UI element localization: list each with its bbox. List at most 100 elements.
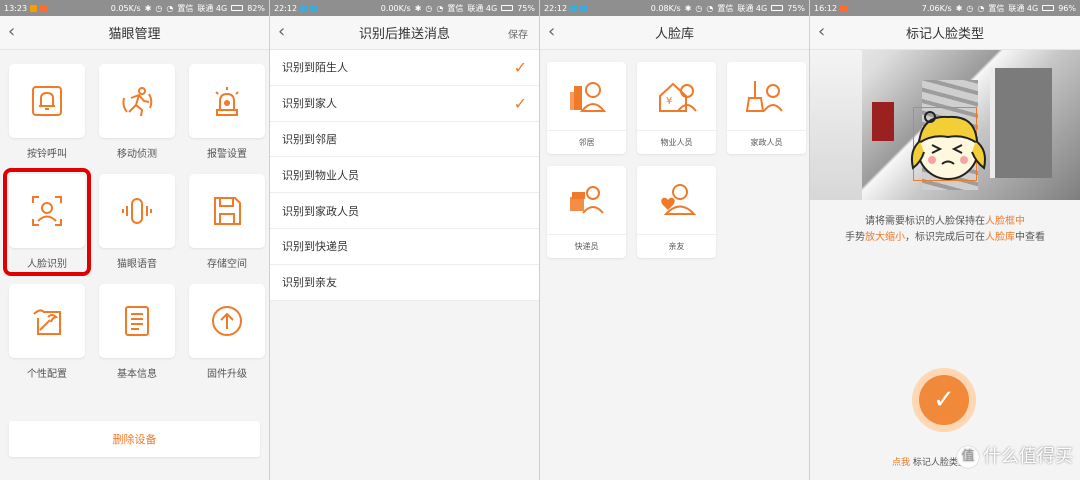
back-icon[interactable]: ‹ [818,23,836,41]
watermark-badge-icon: 值 [957,446,979,468]
battery-icon [1042,5,1055,11]
navigation-bar: ‹ 标记人脸类型 [810,16,1080,50]
back-icon[interactable]: ‹ [278,23,296,41]
tile-label: 存储空间 [207,259,247,270]
tap-link[interactable]: 点我 [892,458,910,468]
tile-personal-config[interactable]: 个性配置 [9,284,85,380]
delete-device-button[interactable]: 删除设备 [9,421,260,457]
checkmark-icon: ✓ [919,375,969,425]
tile-label: 基本信息 [117,369,157,380]
status-bar: 16:12 7.06K/s ✱ ◷ ◔ 置信 联通 4G 96% [810,0,1080,16]
push-option-friend[interactable]: 识别到亲友 [270,265,539,301]
battery-icon [771,5,784,11]
wall-background [810,50,862,200]
camera-preview[interactable] [810,50,1080,200]
clock-icon: ◷ [695,3,703,13]
clock-icon: ◷ [155,3,163,13]
push-option-property-staff[interactable]: 识别到物业人员 [270,157,539,194]
tile-firmware-upgrade[interactable]: 固件升级 [189,284,265,380]
alarm-light-icon [215,87,239,116]
property-staff-icon: ¥ [658,82,697,112]
back-icon[interactable]: ‹ [548,23,566,41]
back-icon[interactable]: ‹ [8,23,26,41]
face-category-friend[interactable]: 亲友 [637,166,716,258]
page-title: 猫眼管理 [108,27,161,42]
push-option-housekeeper[interactable]: 识别到家政人员 [270,193,539,229]
app-icon [300,4,308,12]
battery-level: 96% [1058,3,1076,13]
upgrade-icon [212,306,242,336]
checkmark-icon: ✓ [513,93,527,113]
face-category-courier[interactable]: 快递员 [547,166,626,258]
hint-text: 中查看 [1015,232,1045,243]
face-category-housekeeper[interactable]: 家政人员 [727,62,806,154]
face-scan-icon [32,196,62,226]
wifi-icon: ◔ [166,3,174,13]
face-category-neighbor[interactable]: 邻居 [547,62,626,154]
confirm-button[interactable]: ✓ [912,368,976,432]
status-time: 16:12 [814,3,838,13]
face-category-label: 邻居 [547,130,626,154]
status-time: 22:12 [274,3,298,13]
tile-doorbell-call[interactable]: 按铃呼叫 [9,64,85,160]
bluetooth-icon: ✱ [414,3,422,13]
app-icon [570,4,578,12]
status-bar: 22:12 0.00K/s ✱ ◷ ◔ 置信 联通 4G 75% [270,0,539,16]
navigation-bar: ‹ 猫眼管理 [0,16,269,50]
watermark: 值什么值得买 [957,442,1073,468]
wrench-icon [33,309,61,335]
network-speed: 7.06K/s [921,3,952,13]
carrier: 联通 4G [1008,3,1039,13]
battery-level: 82% [247,3,265,13]
option-label: 识别到亲友 [282,276,337,290]
push-option-family[interactable]: 识别到家人 ✓ [270,86,539,122]
screen-mark-face-type: 16:12 7.06K/s ✱ ◷ ◔ 置信 联通 4G 96% ‹ 标记人脸类型 请将需要… [810,0,1080,480]
carrier: 联通 4G [197,3,228,13]
hint-text: 手势 [845,232,865,243]
option-label: 识别到物业人员 [282,168,359,182]
navigation-bar: ‹ 识别后推送消息 保存 [270,16,539,50]
tile-label: 固件升级 [207,369,247,380]
bottom-instruction: 点我 标记人脸类型 [892,455,967,468]
friend-icon [660,184,696,215]
tile-cat-eye-voice[interactable]: 猫眼语音 [99,174,175,270]
instruction-text: 请将需要标识的人脸保持在人脸框中 手势放大缩小，标识完成后可在人脸库中查看 [810,214,1080,246]
network-name: 置信 [447,3,464,13]
tile-label: 个性配置 [27,369,67,380]
running-person-icon [122,87,153,117]
tile-label: 人脸识别 [27,259,67,270]
tile-basic-info[interactable]: 基本信息 [99,284,175,380]
wifi-icon: ◔ [436,3,444,13]
tile-label: 猫眼语音 [117,259,157,270]
bluetooth-icon: ✱ [955,3,963,13]
face-category-property-staff[interactable]: ¥ 物业人员 [637,62,716,154]
carrier: 联通 4G [467,3,498,13]
wifi-icon: ◔ [977,3,985,13]
tile-alarm-settings[interactable]: 报警设置 [189,64,265,160]
door [990,68,1052,178]
network-speed: 0.08K/s [650,3,681,13]
bluetooth-icon: ✱ [144,3,152,13]
push-option-courier[interactable]: 识别到快递员 [270,229,539,265]
option-label: 识别到家人 [282,97,337,111]
screen-face-library: 22:12 0.08K/s ✱ ◷ ◔ 置信 联通 4G 75% ‹ 人脸库 邻居 ¥ 物业人… [540,0,810,480]
status-bar: 22:12 0.08K/s ✱ ◷ ◔ 置信 联通 4G 75% [540,0,809,16]
neighbor-icon [569,82,606,112]
save-button[interactable]: 保存 [508,26,528,41]
status-time: 22:12 [544,3,568,13]
tile-motion-detection[interactable]: 移动侦测 [99,64,175,160]
battery-level: 75% [517,3,535,13]
option-label: 识别到家政人员 [282,204,359,218]
push-option-stranger[interactable]: 识别到陌生人 ✓ [270,50,539,86]
bell-icon [32,86,62,116]
tile-face-recognition[interactable]: 人脸识别 [3,168,91,276]
hint-text: ，标识完成后可在 [905,232,985,243]
checkmark-icon: ✓ [513,57,527,77]
face-library-link[interactable]: 人脸库 [985,232,1015,243]
carrier: 联通 4G [737,3,768,13]
tile-storage-space[interactable]: 存储空间 [189,174,265,270]
push-option-neighbor[interactable]: 识别到邻居 [270,122,539,158]
zoom-highlight: 放大缩小 [865,232,905,243]
page-title: 人脸库 [654,27,694,42]
clock-icon: ◷ [966,3,974,13]
